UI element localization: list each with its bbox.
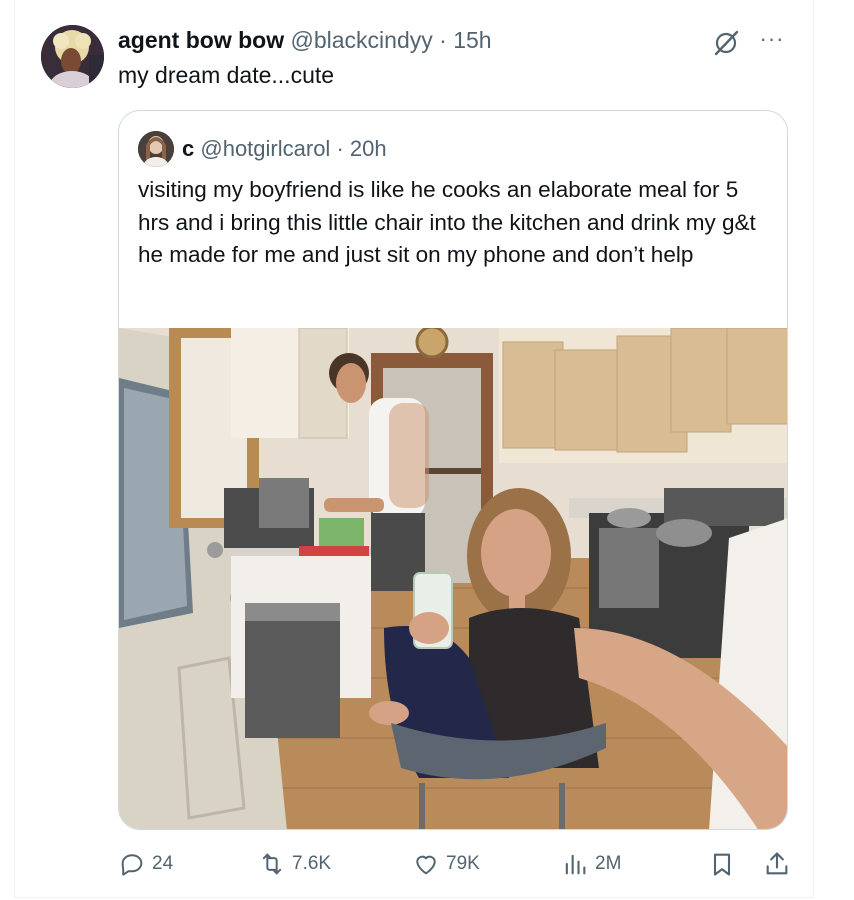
repost-count: 7.6K bbox=[292, 853, 332, 874]
quoted-tweet-photo[interactable] bbox=[119, 328, 787, 829]
share-icon bbox=[766, 852, 788, 875]
more-dots-icon[interactable]: ··· bbox=[757, 28, 787, 53]
repost-button[interactable]: 7.6K bbox=[258, 844, 331, 884]
grok-icon[interactable] bbox=[711, 28, 741, 58]
author-handle[interactable]: @blackcindyy bbox=[291, 27, 433, 53]
reply-icon bbox=[121, 854, 143, 876]
views-icon bbox=[565, 854, 586, 875]
quoted-display-name[interactable]: c bbox=[182, 136, 194, 161]
header-separator: · bbox=[439, 27, 447, 53]
view-count: 2M bbox=[595, 853, 622, 874]
reply-count: 24 bbox=[152, 853, 174, 874]
action-bar: 24 7.6K 79K 2M bbox=[0, 844, 854, 884]
tweet-header: agent bow bow @blackcindyy · 15h bbox=[118, 26, 492, 54]
like-button[interactable]: 79K bbox=[412, 844, 480, 884]
quoted-author-avatar[interactable] bbox=[138, 131, 174, 167]
author-avatar[interactable] bbox=[41, 25, 104, 88]
quoted-handle[interactable]: @hotgirlcarol bbox=[200, 136, 330, 161]
quoted-tweet[interactable]: c @hotgirlcarol · 20h visiting my boyfri… bbox=[118, 110, 788, 830]
like-count: 79K bbox=[446, 853, 480, 874]
repost-icon bbox=[262, 853, 282, 875]
quoted-timestamp[interactable]: 20h bbox=[350, 136, 387, 161]
bookmark-button[interactable] bbox=[708, 844, 736, 884]
tweet-text: my dream date...cute bbox=[118, 62, 335, 88]
quoted-separator: · bbox=[336, 136, 344, 161]
tweet-timestamp[interactable]: 15h bbox=[453, 27, 491, 53]
bookmark-icon bbox=[713, 853, 731, 876]
author-display-name[interactable]: agent bow bow bbox=[118, 27, 284, 53]
quoted-tweet-text: visiting my boyfriend is like he cooks a… bbox=[138, 177, 756, 267]
quoted-header: c @hotgirlcarol · 20h bbox=[182, 135, 387, 163]
heart-icon bbox=[416, 855, 436, 875]
reply-button[interactable]: 24 bbox=[118, 844, 173, 884]
views-button[interactable]: 2M bbox=[561, 844, 621, 884]
share-button[interactable] bbox=[763, 844, 791, 884]
